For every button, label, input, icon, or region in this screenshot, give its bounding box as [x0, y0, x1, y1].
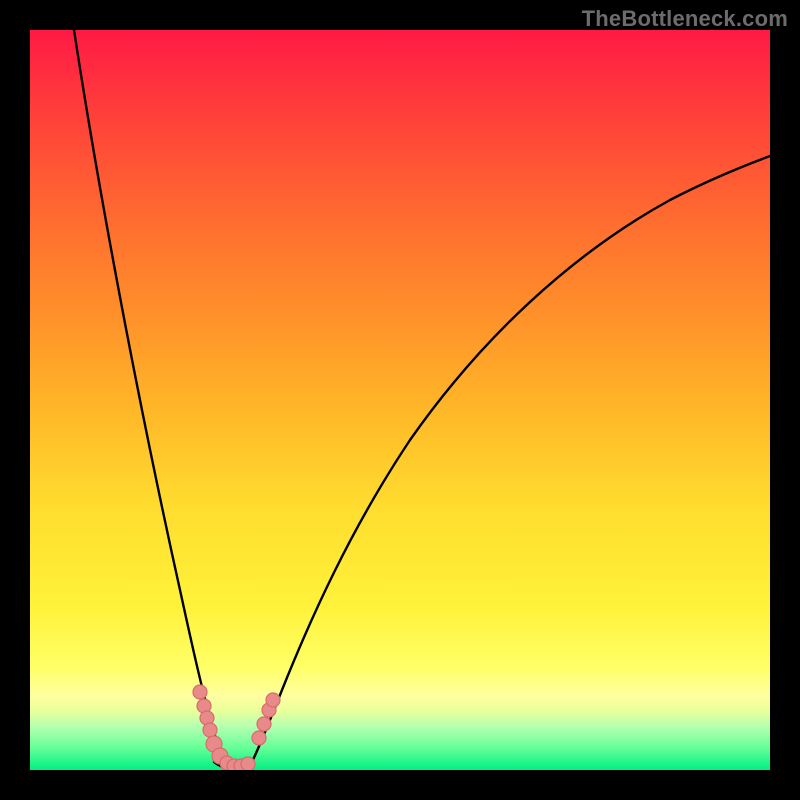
curve-left-branch	[74, 30, 225, 762]
marker-dots	[193, 685, 280, 770]
curve-right-branch	[250, 156, 770, 766]
chart-plot-area	[30, 30, 770, 770]
watermark-text: TheBottleneck.com	[582, 6, 788, 32]
bottleneck-curve	[30, 30, 770, 770]
